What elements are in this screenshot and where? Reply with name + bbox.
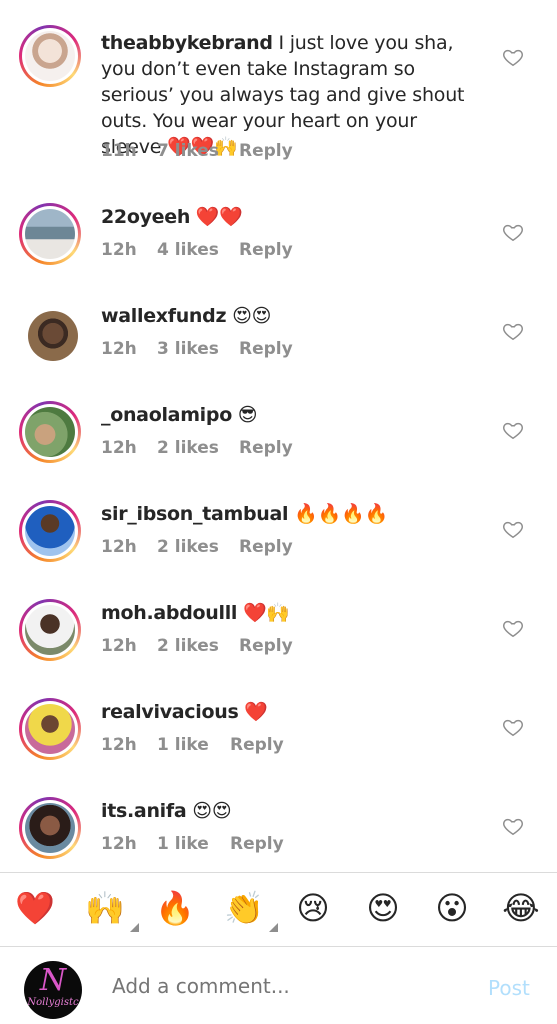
avatar[interactable] [19,401,81,463]
laughing-tears-emoji-icon[interactable]: 😂 [499,886,543,930]
surprised-face-emoji-icon[interactable]: 😮 [430,886,474,930]
like-heart-icon[interactable] [502,46,524,68]
red-heart-emoji-icon[interactable]: ❤️ [13,886,57,930]
comment-likes[interactable]: 7 likes [157,141,239,161]
comment-text: 22oyeeh ❤️❤️ [101,204,481,230]
avatar[interactable] [19,698,81,760]
avatar-logo-letter: N [39,963,67,998]
current-user-avatar: N Nollygistc [24,961,82,1019]
comment-likes[interactable]: 2 likes [157,438,239,458]
comment-username[interactable]: sir_ibson_tambual [101,503,289,525]
comment-username[interactable]: wallexfundz [101,305,227,327]
post-button[interactable]: Post [488,976,530,1000]
comment-text: its.anifa 😍😍 [101,798,481,824]
comment-time: 12h [101,735,137,755]
skin-tone-indicator-icon [130,923,139,932]
comment-text: realvivacious ❤️ [101,699,481,725]
heart-eyes-emoji-icon[interactable]: 😍 [361,886,405,930]
like-heart-icon[interactable] [502,815,524,837]
like-heart-icon[interactable] [502,617,524,639]
comment-meta: 12h 2 likes Reply [101,438,293,458]
like-heart-icon[interactable] [502,419,524,441]
avatar[interactable] [19,25,81,87]
comment-time: 12h [101,636,137,656]
comment-meta: 12h 1 like Reply [101,735,284,755]
comment-time: 12h [101,438,137,458]
crying-face-emoji-icon[interactable]: 😢 [291,886,335,930]
comment-meta: 11h 7 likes Reply [101,141,293,161]
avatar[interactable] [19,203,81,265]
reply-button[interactable]: Reply [239,636,293,656]
like-heart-icon[interactable] [502,221,524,243]
comment-meta: 12h 4 likes Reply [101,240,293,260]
comment-input[interactable] [112,974,442,998]
comment-likes[interactable]: 3 likes [157,339,239,359]
comment-username[interactable]: 22oyeeh [101,206,190,228]
comment-likes[interactable]: 1 like [157,834,230,854]
raising-hands-glyph: 🙌 [85,889,125,927]
clapping-hands-glyph: 👏 [224,889,264,927]
emoji-reaction-bar: ❤️ 🙌 🔥 👏 😢 😍 😮 😂 [0,876,557,946]
comment-time: 11h [101,141,137,161]
comment-body: ❤️❤️ [190,206,243,228]
comment-username[interactable]: moh.abdoulll [101,602,237,624]
reply-button[interactable]: Reply [230,735,284,755]
comment-body: 🔥🔥🔥🔥 [288,503,388,525]
comment-meta: 12h 2 likes Reply [101,537,293,557]
comment-text: _onaolamipo 😎 [101,402,481,428]
comment-body: 😎 [231,404,258,426]
fire-emoji-icon[interactable]: 🔥 [153,886,197,930]
like-heart-icon[interactable] [502,518,524,540]
clapping-hands-emoji-icon[interactable]: 👏 [222,886,278,932]
comment-username[interactable]: _onaolamipo [101,404,232,426]
reply-button[interactable]: Reply [239,141,293,161]
comment-time: 12h [101,240,137,260]
reply-button[interactable]: Reply [239,240,293,260]
avatar[interactable] [19,500,81,562]
like-heart-icon[interactable] [502,320,524,342]
comment-body: 😍😍 [226,305,272,327]
reply-button[interactable]: Reply [239,339,293,359]
reply-button[interactable]: Reply [230,834,284,854]
comment-body: ❤️ [238,701,268,723]
comment-text: moh.abdoulll ❤️🙌 [101,600,481,626]
comment-meta: 12h 1 like Reply [101,834,284,854]
comment-time: 12h [101,339,137,359]
comment-composer: N Nollygistc Post [0,948,557,1024]
comment-body: ❤️🙌 [237,602,290,624]
skin-tone-indicator-icon [269,923,278,932]
avatar[interactable] [19,797,81,859]
comment-username[interactable]: its.anifa [101,800,187,822]
comment-likes[interactable]: 4 likes [157,240,239,260]
composer-divider [0,946,557,947]
raising-hands-emoji-icon[interactable]: 🙌 [83,886,139,932]
reactions-divider [0,872,557,873]
comment-likes[interactable]: 2 likes [157,537,239,557]
comment-text: wallexfundz 😍😍 [101,303,481,329]
reply-button[interactable]: Reply [239,438,293,458]
avatar[interactable] [19,302,81,364]
comment-text: sir_ibson_tambual 🔥🔥🔥🔥 [101,501,481,527]
comment-meta: 12h 2 likes Reply [101,636,293,656]
comment-username[interactable]: theabbykebrand [101,32,273,54]
comment-meta: 12h 3 likes Reply [101,339,293,359]
like-heart-icon[interactable] [502,716,524,738]
comment-likes[interactable]: 1 like [157,735,230,755]
comment-likes[interactable]: 2 likes [157,636,239,656]
avatar-logo-text: Nollygistc [27,997,79,1008]
comment-username[interactable]: realvivacious [101,701,239,723]
comment-body: 😍😍 [186,800,232,822]
reply-button[interactable]: Reply [239,537,293,557]
comment-time: 12h [101,537,137,557]
comment-time: 12h [101,834,137,854]
avatar[interactable] [19,599,81,661]
